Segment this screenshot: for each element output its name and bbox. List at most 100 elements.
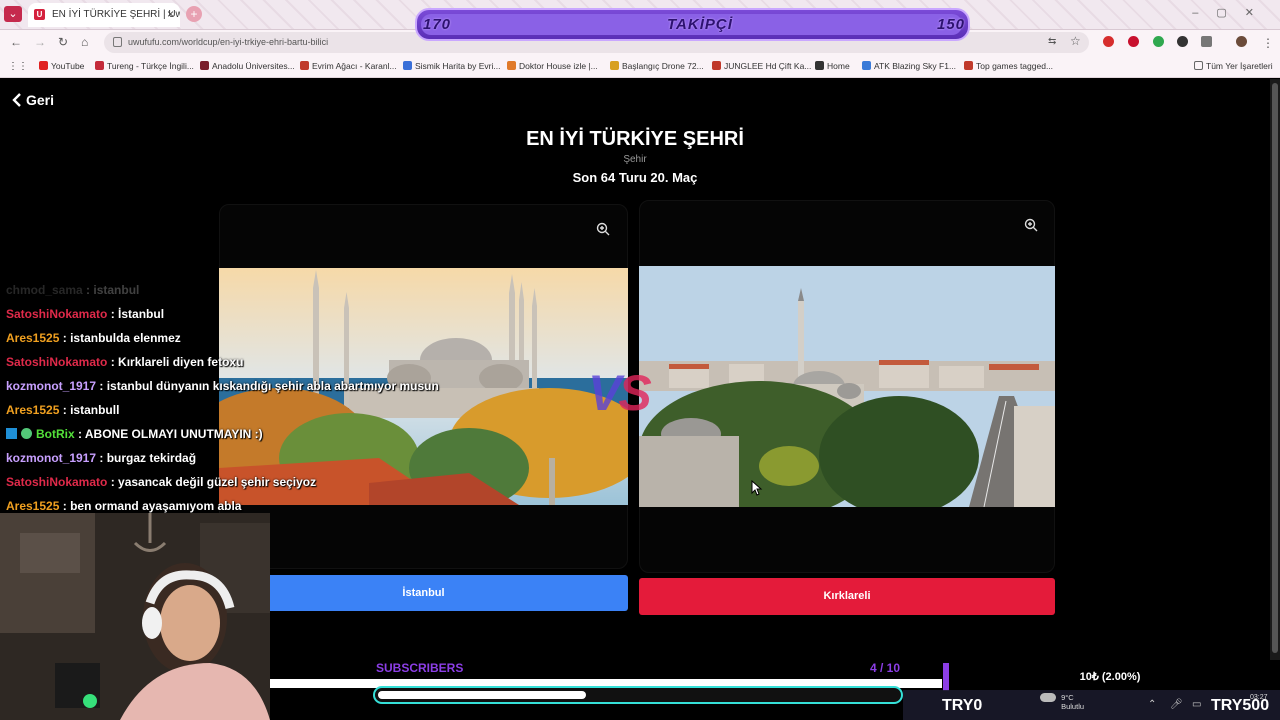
- chat-separator: :: [107, 355, 119, 369]
- follower-goal-bar: 170 TAKİPÇİ 150: [415, 8, 970, 41]
- bookmark-item[interactable]: Evrim Ağacı - Karanl...: [300, 61, 397, 71]
- weather-temp: 9°C: [1061, 693, 1074, 702]
- chat-separator: :: [96, 451, 107, 465]
- chat-username: chmod_sama: [6, 283, 83, 297]
- bookmark-item[interactable]: Doktor House izle |...: [507, 61, 598, 71]
- bookmark-item[interactable]: Başlangıç Drone 72...: [610, 61, 704, 71]
- chat-separator: :: [107, 307, 119, 321]
- extensions-puzzle-icon[interactable]: [1201, 36, 1212, 47]
- home-icon[interactable]: ⌂: [81, 35, 88, 49]
- bookmark-item[interactable]: Anadolu Üniversites...: [200, 61, 295, 71]
- tray-expand-icon[interactable]: ⌃: [1148, 699, 1156, 710]
- chat-message: SatoshiNokamato : Kırklareli diyen fetox…: [6, 355, 476, 379]
- donation-goal: 10₺ (2.00%): [950, 663, 1270, 691]
- chat-username: SatoshiNokamato: [6, 307, 108, 321]
- bookmark-favicon-icon: [712, 61, 721, 70]
- extension-icon[interactable]: [1177, 36, 1188, 47]
- zoom-in-icon[interactable]: [1024, 218, 1038, 232]
- chat-message: BotRix : ABONE OLMAYI UNUTMAYIN :): [6, 427, 476, 451]
- all-bookmarks-folder[interactable]: Tüm Yer İşaretleri: [1194, 61, 1273, 71]
- chat-username: kozmonot_1917: [6, 451, 97, 465]
- page-title: EN İYİ TÜRKİYE ŞEHRİ: [526, 128, 744, 150]
- bookmark-favicon-icon: [403, 61, 412, 70]
- window-controls[interactable]: –▢✕: [1192, 6, 1272, 19]
- chat-separator: :: [74, 427, 85, 441]
- chat-text: ben ormand ayaşamıyom abla: [70, 499, 242, 513]
- translate-icon[interactable]: ⇆: [1048, 36, 1056, 47]
- chat-username: Ares1525: [6, 403, 60, 417]
- page-scrollbar[interactable]: [1270, 79, 1280, 660]
- chat-text: istanbul dünyanın kıskandığı şehir abla …: [106, 379, 439, 393]
- site-info-icon[interactable]: [113, 37, 122, 47]
- choose-kirklareli-button[interactable]: Kırklareli: [639, 578, 1055, 615]
- subscribers-progress-bar: [373, 686, 903, 704]
- vs-emblem: VS: [588, 365, 652, 421]
- back-link[interactable]: Geri: [12, 92, 54, 108]
- browser-tab[interactable]: U EN İYİ TÜRKİYE ŞEHRİ | UwUFU ×: [28, 3, 180, 27]
- bookmark-favicon-icon: [964, 61, 973, 70]
- extension-icon[interactable]: [1128, 36, 1139, 47]
- close-tab-icon[interactable]: ×: [167, 7, 174, 21]
- category-label: Şehir: [623, 154, 647, 165]
- donation-max: TRY500: [1211, 697, 1270, 714]
- round-label: Son 64 Turu 20. Maç: [572, 170, 698, 185]
- donation-min: TRY0: [942, 697, 983, 714]
- chat-message: Ares1525 : istanbull: [6, 403, 476, 427]
- subscribers-count: 4 / 10: [870, 661, 901, 675]
- bookmark-item[interactable]: YouTube: [39, 61, 84, 71]
- chat-message: SatoshiNokamato : yasancak değil güzel ş…: [6, 475, 476, 499]
- subscribers-progress-fill: [378, 691, 586, 699]
- adblock-extension-icon[interactable]: [1103, 36, 1114, 47]
- kirklareli-mosque-image: [639, 266, 1055, 507]
- goal-marker: [943, 663, 949, 691]
- scrollbar-thumb[interactable]: [1272, 83, 1278, 653]
- bookmark-item[interactable]: Tureng - Türkçe İngili...: [95, 61, 194, 71]
- kirklareli-photo[interactable]: [639, 266, 1055, 507]
- back-nav-icon[interactable]: ←: [10, 35, 22, 49]
- bookmark-item[interactable]: JUNGLEE Hd Çift Ka...: [712, 61, 811, 71]
- chat-text: ABONE OLMAYI UNUTMAYIN :): [84, 427, 263, 441]
- weather-widget[interactable]: 9°C Bulutlu: [1040, 693, 1084, 711]
- chat-username: kozmonot_1917: [6, 379, 97, 393]
- mouse-cursor-icon: [751, 480, 763, 496]
- chat-text: burgaz tekirdağ: [106, 451, 197, 465]
- chat-username: BotRix: [36, 427, 75, 441]
- chat-username: SatoshiNokamato: [6, 355, 108, 369]
- reload-icon[interactable]: ↻: [58, 35, 68, 49]
- chevron-left-icon: [12, 93, 21, 107]
- bookmark-favicon-icon: [39, 61, 48, 70]
- bookmark-favicon-icon: [815, 61, 824, 70]
- chat-username: SatoshiNokamato: [6, 475, 108, 489]
- bookmark-item[interactable]: ATK Blazing Sky F1...: [862, 61, 956, 71]
- webcam-overlay: [0, 513, 270, 720]
- bot-badge-icon: [6, 428, 17, 439]
- forward-nav-icon[interactable]: →: [34, 35, 46, 49]
- choose-istanbul-button[interactable]: İstanbul: [219, 575, 628, 611]
- new-tab-button[interactable]: +: [186, 6, 202, 22]
- bookmark-star-icon[interactable]: ☆: [1070, 34, 1081, 48]
- extension-icon[interactable]: [1153, 36, 1164, 47]
- bookmark-item[interactable]: Top games tagged...: [964, 61, 1053, 71]
- browser-menu-icon[interactable]: ⋮: [1262, 36, 1274, 50]
- tab-search-icon[interactable]: ⌄: [4, 6, 22, 22]
- follower-label: TAKİPÇİ: [667, 16, 733, 33]
- network-icon[interactable]: ▭: [1192, 699, 1201, 710]
- screen: ⌄ U EN İYİ TÜRKİYE ŞEHRİ | UwUFU × + –▢✕…: [0, 0, 1280, 720]
- cloud-icon: [1040, 693, 1056, 702]
- chat-message: SatoshiNokamato : İstanbul: [6, 307, 476, 331]
- chat-message: kozmonot_1917 : burgaz tekirdağ: [6, 451, 476, 475]
- chat-separator: :: [107, 475, 119, 489]
- istanbul-label: İstanbul: [402, 587, 445, 599]
- kirklareli-label: Kırklareli: [823, 590, 871, 602]
- profile-avatar[interactable]: [1236, 36, 1247, 47]
- bookmark-item[interactable]: Sismik Harita by Evri...: [403, 61, 501, 71]
- bookmark-favicon-icon: [95, 61, 104, 70]
- apps-grid-icon[interactable]: ⋮⋮: [8, 61, 28, 72]
- bookmark-item[interactable]: Home: [815, 61, 850, 71]
- chat-message: Ares1525 : istanbulda elenmez: [6, 331, 476, 355]
- microphone-icon[interactable]: 🎤︎: [1170, 699, 1183, 710]
- url-text: uwufufu.com/worldcup/en-iyi-trkiye-ehri-…: [128, 37, 329, 47]
- bookmark-favicon-icon: [610, 61, 619, 70]
- chat-separator: :: [59, 403, 71, 417]
- zoom-in-icon[interactable]: [596, 222, 610, 236]
